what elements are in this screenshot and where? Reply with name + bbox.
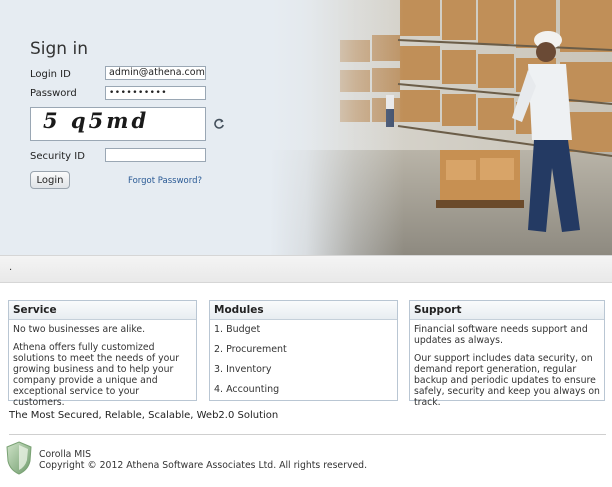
copyright: Copyright © 2012 Athena Software Associa…	[39, 460, 368, 471]
captcha-image: 5 q5md	[30, 107, 206, 141]
shield-logo-icon	[6, 441, 32, 475]
modules-panel: Modules 1. Budget 2. Procurement 3. Inve…	[209, 300, 398, 401]
support-panel: Support Financial software needs support…	[409, 300, 605, 408]
support-panel-title: Support	[410, 301, 604, 320]
signin-title: Sign in	[30, 39, 88, 59]
service-panel-title: Service	[9, 301, 196, 320]
support-intro: Financial software needs support and upd…	[414, 324, 588, 346]
product-name: Corolla MIS	[39, 449, 91, 460]
strip-text: .	[9, 262, 13, 273]
tagline: The Most Secured, Relable, Scalable, Web…	[9, 410, 279, 421]
captcha-text: 5 q5md	[43, 108, 150, 133]
login-id-input[interactable]: admin@athena.com	[105, 66, 206, 80]
service-intro: No two businesses are alike.	[13, 324, 146, 335]
modules-panel-title: Modules	[210, 301, 397, 320]
module-item-budget: 1. Budget	[214, 324, 261, 335]
login-button[interactable]: Login	[30, 171, 70, 189]
security-id-label: Security ID	[30, 151, 85, 162]
module-item-inventory: 3. Inventory	[214, 364, 272, 375]
security-id-input[interactable]	[105, 148, 206, 162]
service-description: Athena offers fully customized solutions…	[13, 342, 180, 408]
service-panel: Service No two businesses are alike. Ath…	[8, 300, 197, 408]
password-input[interactable]: ••••••••••	[105, 86, 206, 100]
footer-divider	[9, 434, 606, 435]
forgot-password-link[interactable]: Forgot Password?	[128, 176, 202, 186]
divider-strip: .	[0, 255, 612, 283]
login-hero: Sign in Login ID admin@athena.com Passwo…	[0, 0, 612, 255]
module-item-accounting: 4. Accounting	[214, 384, 280, 395]
login-id-label: Login ID	[30, 69, 71, 80]
refresh-icon[interactable]	[213, 118, 225, 130]
password-label: Password	[30, 88, 77, 99]
module-item-procurement: 2. Procurement	[214, 344, 287, 355]
support-description: Our support includes data security, on d…	[414, 353, 600, 408]
